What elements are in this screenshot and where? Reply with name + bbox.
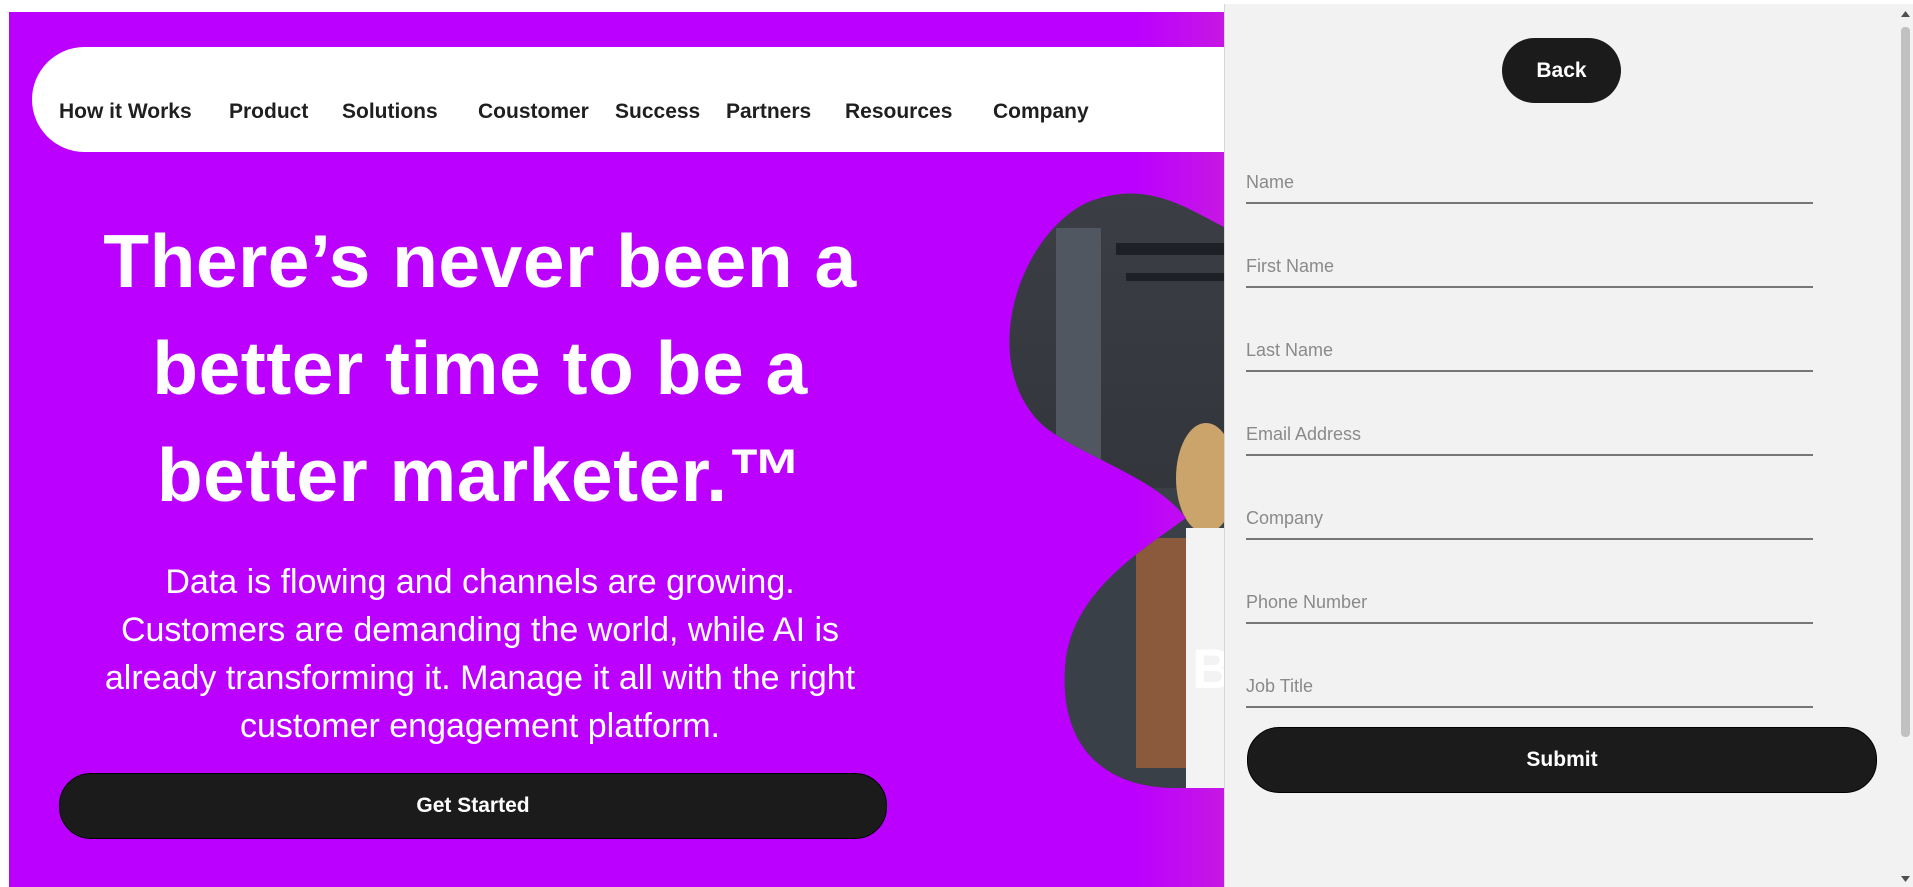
name-field — [1246, 162, 1813, 204]
vertical-scrollbar[interactable] — [1898, 4, 1913, 887]
hero-headline: There’s never been a better time to be a… — [40, 208, 920, 529]
description-line: Data is flowing and channels are growing… — [165, 563, 795, 601]
nav-resources[interactable]: Resources — [845, 100, 952, 124]
scroll-down-arrow-icon[interactable] — [1898, 871, 1913, 887]
scrollbar-thumb[interactable] — [1901, 27, 1910, 737]
get-started-button[interactable]: Get Started — [59, 773, 887, 839]
job-title-field — [1246, 666, 1813, 708]
last-name-field — [1246, 330, 1813, 372]
email-field — [1246, 414, 1813, 456]
name-input[interactable] — [1246, 162, 1813, 204]
description-line: Customers are demanding the world, while… — [120, 611, 840, 649]
phone-input[interactable] — [1246, 582, 1813, 624]
nav-partners[interactable]: Partners — [726, 100, 811, 124]
nav-company[interactable]: Company — [993, 100, 1089, 124]
company-input[interactable] — [1246, 498, 1813, 540]
nav-how-it-works[interactable]: How it Works — [59, 100, 192, 124]
email-input[interactable] — [1246, 414, 1813, 456]
description-line: already transforming it. Manage it all w… — [104, 659, 856, 697]
hero-description: Data is flowing and channels are growing… — [60, 558, 900, 750]
first-name-input[interactable] — [1246, 246, 1813, 288]
phone-field — [1246, 582, 1813, 624]
headline-line: better time to be a — [152, 326, 808, 410]
scroll-up-arrow-icon[interactable] — [1898, 6, 1913, 22]
top-navbar: How it Works Product Solutions Coustomer… — [32, 47, 1289, 152]
submit-button[interactable]: Submit — [1247, 727, 1877, 793]
last-name-input[interactable] — [1246, 330, 1813, 372]
hero-photo: B — [1009, 193, 1236, 788]
description-line: customer engagement platform. — [239, 707, 721, 745]
nav-success[interactable]: Success — [615, 100, 700, 124]
company-field — [1246, 498, 1813, 540]
headline-line: There’s never been a — [103, 219, 857, 303]
headline-line: better marketer.™ — [156, 433, 804, 517]
nav-product[interactable]: Product — [229, 100, 308, 124]
job-title-input[interactable] — [1246, 666, 1813, 708]
back-button[interactable]: Back — [1502, 38, 1621, 103]
first-name-field — [1246, 246, 1813, 288]
nav-coustomer[interactable]: Coustomer — [478, 100, 589, 124]
nav-solutions[interactable]: Solutions — [342, 100, 438, 124]
